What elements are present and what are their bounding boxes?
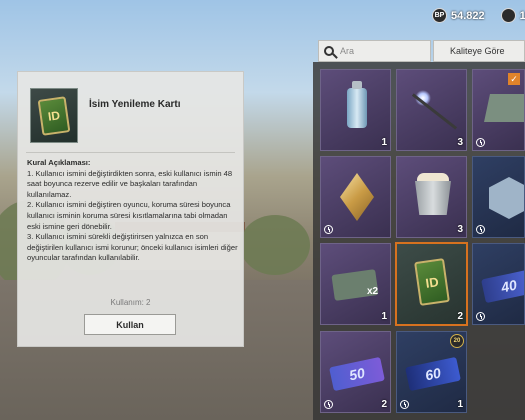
bp-coin-icon: BP [432, 8, 447, 23]
ticket-icon: 40 [481, 268, 524, 304]
inventory-item-spray-can[interactable]: 1 [320, 69, 391, 151]
search-placeholder: Ara [340, 46, 355, 56]
clock-icon [400, 400, 409, 409]
sort-dropdown[interactable]: Kaliteye Göre [433, 40, 525, 62]
badge-icon [484, 94, 524, 122]
uc-amount: 19 [519, 9, 525, 22]
item-quantity: 2 [457, 311, 463, 322]
uc-coin-icon [500, 8, 516, 23]
divider [26, 152, 235, 153]
clock-icon [476, 138, 485, 147]
inventory-item-rp-badge[interactable] [472, 156, 525, 238]
item-detail-panel: ID İsim Yenileme Kartı Kural Açıklaması:… [17, 71, 244, 347]
inventory-item-badge[interactable]: ✓ [472, 69, 525, 151]
inventory-item-ticket-50[interactable]: 50 2 [320, 331, 391, 413]
ticket-icon: 60 [405, 356, 461, 392]
item-quantity: 3 [457, 137, 463, 148]
use-button[interactable]: Kullan [84, 314, 176, 335]
ticket-icon: 50 [329, 356, 385, 392]
search-icon [324, 46, 334, 56]
search-input[interactable]: Ara [318, 40, 431, 62]
currency-bar: BP 54.822 19 [432, 8, 525, 23]
item-quantity: 1 [381, 311, 387, 322]
rule-2: 2. Kullanıcı ismini değiştiren oyuncu, k… [27, 200, 231, 231]
rp-badge-icon [489, 177, 524, 219]
item-quantity: 2 [381, 399, 387, 410]
item-title: İsim Yenileme Kartı [89, 99, 181, 110]
spray-can-icon [347, 81, 367, 128]
check-icon: ✓ [508, 73, 520, 85]
bp-amount: 54.822 [451, 9, 485, 22]
inventory-item-magic-wand[interactable]: 3 [396, 69, 467, 151]
magic-wand-icon [411, 93, 458, 130]
item-quantity: 1 [381, 137, 387, 148]
inventory-item-ticket-60[interactable]: 60 20 1 [396, 331, 467, 413]
rule-3: 3. Kullanıcı ismini sürekli değiştirirse… [27, 232, 238, 263]
tree [240, 215, 310, 275]
item-quantity: 1 [457, 399, 463, 410]
rule-1: 1. Kullanıcı ismini değiştirdikten sonra… [27, 168, 233, 199]
id-card-icon: ID [414, 258, 450, 306]
inventory-item-ticket-40[interactable]: 40 [472, 243, 525, 325]
inventory-item-gold-gem[interactable] [320, 156, 391, 238]
clock-icon [324, 225, 333, 234]
inventory-item-popcorn-bucket[interactable]: 3 [396, 156, 467, 238]
usage-count: Kullanım: 2 [110, 298, 151, 307]
level-badge: 20 [450, 334, 464, 348]
gold-gem-icon [340, 173, 374, 221]
inventory-item-id-card-selected[interactable]: ID 2 [395, 242, 468, 326]
id-card-icon: ID [37, 95, 71, 136]
item-icon-frame: ID [30, 88, 78, 143]
item-quantity: 3 [457, 224, 463, 235]
rules-heading: Kural Açıklaması: [27, 158, 91, 167]
clock-icon [476, 312, 485, 321]
inventory-item-x2-card[interactable]: x2 1 [320, 243, 391, 325]
bucket-icon [415, 181, 451, 215]
clock-icon [476, 225, 485, 234]
rules-text: Kural Açıklaması: 1. Kullanıcı ismini de… [27, 158, 239, 264]
x2-label: x2 [367, 286, 379, 297]
clock-icon [324, 400, 333, 409]
